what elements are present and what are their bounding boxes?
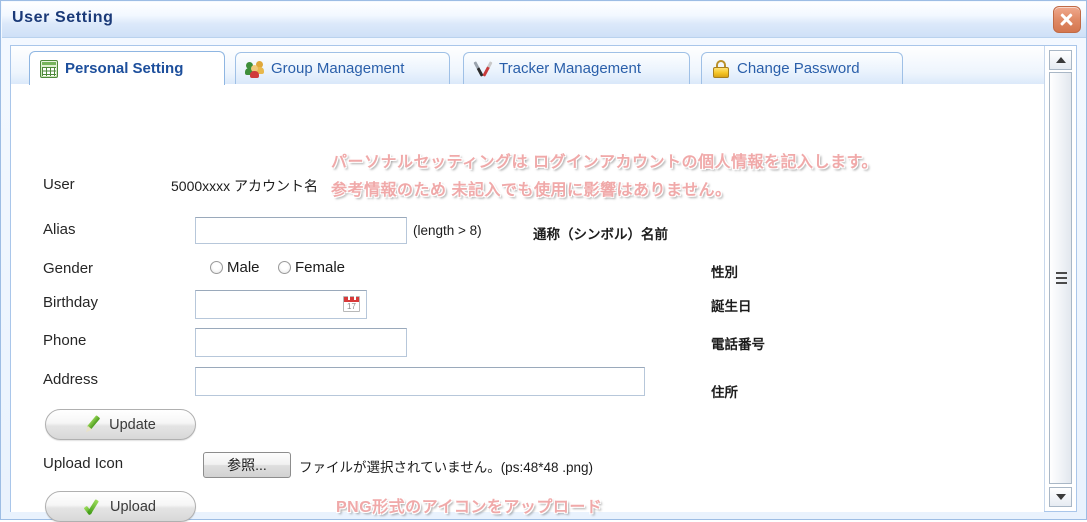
upload-button-label: Upload bbox=[110, 498, 156, 515]
users-icon-body-3 bbox=[250, 70, 259, 78]
form-row-birthday: Birthday 17 誕生日 bbox=[11, 290, 1044, 320]
grid-icon bbox=[40, 59, 58, 78]
phone-label: Phone bbox=[43, 332, 87, 349]
tools-icon bbox=[473, 60, 493, 78]
check-icon bbox=[83, 498, 103, 516]
check-icon-stroke-2 bbox=[87, 499, 99, 515]
calendar-icon[interactable]: 17 bbox=[343, 296, 360, 312]
tab-tracker-management[interactable]: Tracker Management bbox=[463, 52, 690, 84]
form-row-gender: Gender Male Female 性別 bbox=[11, 256, 1044, 286]
radio-female-label: Female bbox=[295, 259, 346, 276]
annotation-upload-png: PNG形式のアイコンをアップロード bbox=[336, 499, 603, 516]
scroll-down-button[interactable] bbox=[1049, 487, 1072, 507]
tab-group-management[interactable]: Group Management bbox=[235, 52, 450, 84]
alias-label: Alias bbox=[43, 221, 76, 238]
annotation-personal-setting-line-1: パーソナルセッティングは ログインアカウントの個人情報を記入します。 bbox=[331, 154, 878, 171]
scrollbar-thumb[interactable] bbox=[1049, 72, 1072, 484]
form-row-phone: Phone 電話番号 bbox=[11, 328, 1044, 358]
triangle-up-icon bbox=[1055, 57, 1066, 63]
update-button[interactable]: Update bbox=[45, 409, 196, 440]
gender-radio-female[interactable]: Female bbox=[278, 259, 345, 276]
address-jp-label: 住所 bbox=[711, 385, 738, 400]
user-label: User bbox=[43, 176, 75, 193]
scrollbar-grip-line-3 bbox=[1055, 282, 1067, 284]
window-title: User Setting bbox=[12, 9, 114, 26]
gender-radio-male[interactable]: Male bbox=[210, 259, 260, 276]
content-frame: Personal Setting Group Management Tracke… bbox=[10, 45, 1077, 522]
lock-icon bbox=[712, 59, 730, 78]
birthday-label: Birthday bbox=[43, 294, 99, 311]
scrollbar-grip-line-1 bbox=[1055, 272, 1067, 274]
birthday-input[interactable] bbox=[195, 290, 367, 319]
upload-button[interactable]: Upload bbox=[45, 491, 196, 522]
gender-label: Gender bbox=[43, 260, 94, 277]
radio-female-circle bbox=[278, 261, 291, 274]
radio-male-circle bbox=[210, 261, 223, 274]
update-button-label: Update bbox=[109, 416, 156, 433]
scrollbar-grip-line-2 bbox=[1055, 277, 1067, 279]
user-value: 5000xxxx アカウント名 bbox=[171, 178, 319, 194]
alias-input[interactable] bbox=[195, 217, 407, 244]
tab-tracker-management-label: Tracker Management bbox=[499, 60, 642, 77]
tab-personal-setting[interactable]: Personal Setting bbox=[29, 51, 225, 85]
form-row-address: Address 住所 bbox=[11, 367, 1044, 400]
tab-group-management-label: Group Management bbox=[271, 60, 405, 77]
calendar-icon-day: 17 bbox=[347, 302, 356, 311]
calendar-icon-ring-1 bbox=[348, 296, 350, 300]
scroll-up-button[interactable] bbox=[1049, 50, 1072, 70]
radio-male-label: Male bbox=[227, 259, 260, 276]
alias-jp-label: 通称（シンボル）名前 bbox=[533, 227, 668, 242]
address-input[interactable] bbox=[195, 367, 645, 396]
birthday-jp-label: 誕生日 bbox=[711, 299, 752, 314]
lock-icon-body bbox=[713, 66, 729, 78]
triangle-down-icon bbox=[1055, 494, 1066, 500]
address-label: Address bbox=[43, 371, 99, 388]
tab-personal-setting-label: Personal Setting bbox=[65, 60, 184, 77]
tab-strip: Personal Setting Group Management Tracke… bbox=[11, 46, 1044, 85]
phone-jp-label: 電話番号 bbox=[711, 337, 765, 352]
upload-icon-label: Upload Icon bbox=[43, 455, 124, 472]
phone-input[interactable] bbox=[195, 328, 407, 357]
alias-length-hint: (length > 8) bbox=[413, 223, 482, 238]
pencil-icon bbox=[83, 415, 102, 435]
tab-change-password[interactable]: Change Password bbox=[701, 52, 903, 84]
user-setting-window: User Setting Personal Setting Group Mana… bbox=[0, 0, 1087, 522]
annotation-personal-setting-line-2: 参考情報のため 未記入でも使用に影響はありません。 bbox=[331, 182, 732, 199]
tools-icon-wrench bbox=[482, 60, 493, 77]
form-row-upload-icon: Upload Icon 参照... ファイルが選択されていません。(ps:48*… bbox=[11, 450, 1044, 480]
vertical-scrollbar[interactable] bbox=[1044, 46, 1076, 511]
window-titlebar: User Setting bbox=[2, 2, 1086, 38]
file-selection-status: ファイルが選択されていません。(ps:48*48 .png) bbox=[299, 460, 594, 475]
browse-file-button[interactable]: 参照... bbox=[203, 452, 291, 478]
form-row-alias: Alias (length > 8) 通称（シンボル）名前 bbox=[11, 217, 1044, 247]
gender-jp-label: 性別 bbox=[711, 265, 738, 280]
users-icon bbox=[245, 60, 264, 78]
calendar-icon-ring-2 bbox=[354, 296, 356, 300]
close-icon[interactable] bbox=[1053, 6, 1081, 33]
personal-setting-form: User 5000xxxx アカウント名 Alias (length > 8) … bbox=[11, 84, 1044, 522]
tab-change-password-label: Change Password bbox=[737, 60, 860, 77]
